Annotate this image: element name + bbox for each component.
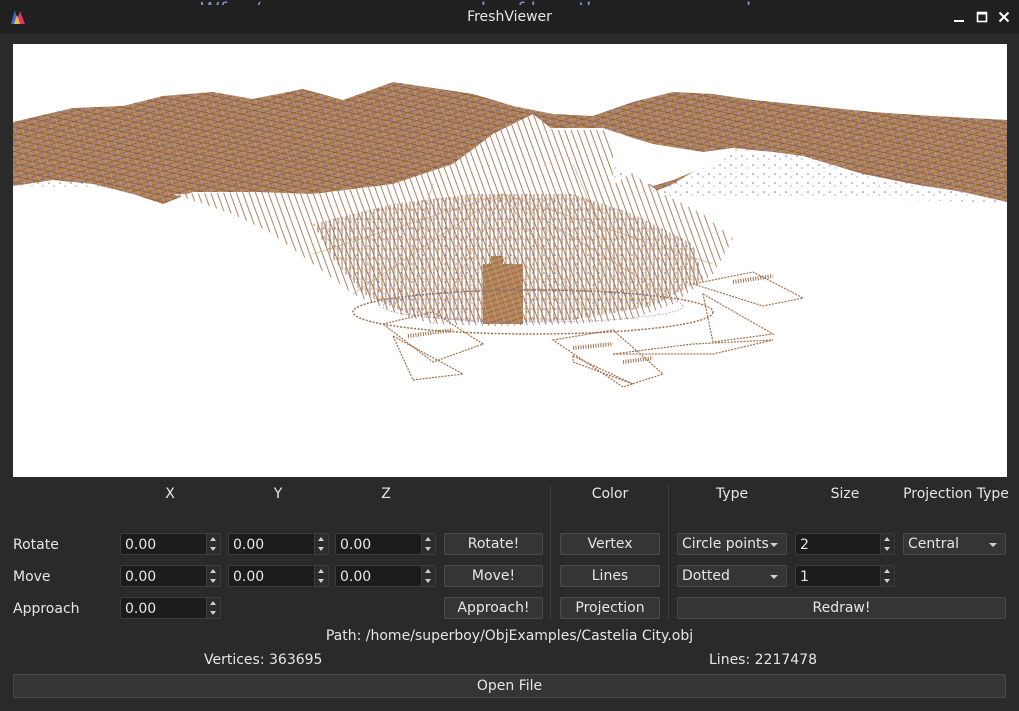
file-path: Path: /home/superboy/ObjExamples/Casteli… [325,628,694,644]
line-type-select[interactable]: Dotted [677,565,787,587]
move-x-spinbox[interactable]: 0.00 [120,565,221,587]
render-viewport[interactable] [13,44,1007,477]
open-file-button[interactable]: Open File [13,674,1006,698]
spin-arrows-icon[interactable] [206,534,220,554]
spin-arrows-icon[interactable] [421,534,435,554]
approach-button[interactable]: Approach! [444,597,543,619]
approach-spinbox[interactable]: 0.00 [120,597,221,619]
header-z: Z [381,486,391,502]
vertex-color-button[interactable]: Vertex [560,533,660,555]
redraw-button[interactable]: Redraw! [677,597,1006,619]
separator-right [668,486,669,620]
spin-arrows-icon[interactable] [880,566,894,586]
rotate-y-spinbox[interactable]: 0.00 [228,533,329,555]
lines-color-button[interactable]: Lines [560,565,660,587]
header-projection-type: Projection Type [903,486,1009,502]
maximize-icon[interactable] [973,8,991,26]
line-size-value: 1 [800,569,809,585]
vertex-size-value: 2 [800,537,809,553]
move-x-value: 0.00 [125,569,157,585]
spin-arrows-icon[interactable] [880,534,894,554]
background-window-text: Wf er/onn rou ...e an example of how the… [200,0,960,5]
chevron-down-icon [770,575,778,579]
header-color: Color [591,486,629,502]
projection-type-select[interactable]: Central [903,533,1006,555]
move-z-value: 0.00 [340,569,372,585]
vertex-size-spinbox[interactable]: 2 [795,533,895,555]
rotate-x-spinbox[interactable]: 0.00 [120,533,221,555]
move-label: Move [13,569,51,585]
lines-count: Lines: 2217478 [709,652,817,668]
move-button[interactable]: Move! [444,565,543,587]
approach-value: 0.00 [125,601,157,617]
projection-type-value: Central [908,536,959,552]
window-title: FreshViewer [467,9,552,25]
header-size: Size [830,486,860,502]
chevron-down-icon [770,543,778,547]
spin-arrows-icon[interactable] [206,598,220,618]
vertex-type-value: Circle points [682,536,769,552]
line-type-value: Dotted [682,568,730,584]
header-x: X [165,486,175,502]
chevron-down-icon [989,543,997,547]
projection-color-button[interactable]: Projection [560,597,660,619]
spin-arrows-icon[interactable] [314,566,328,586]
rotate-x-value: 0.00 [125,537,157,553]
rotate-button[interactable]: Rotate! [444,533,543,555]
line-size-spinbox[interactable]: 1 [795,565,895,587]
vertex-type-select[interactable]: Circle points [677,533,787,555]
header-y: Y [273,486,283,502]
title-bar: Wf er/onn rou ...e an example of how the… [0,0,1019,34]
approach-label: Approach [13,601,80,617]
move-y-value: 0.00 [233,569,265,585]
rotate-z-spinbox[interactable]: 0.00 [335,533,436,555]
spin-arrows-icon[interactable] [314,534,328,554]
header-type: Type [715,486,749,502]
wireframe-render [13,82,1007,388]
minimize-icon[interactable] [950,8,968,26]
close-icon[interactable] [995,8,1013,26]
rotate-z-value: 0.00 [340,537,372,553]
move-y-spinbox[interactable]: 0.00 [228,565,329,587]
rotate-y-value: 0.00 [233,537,265,553]
spin-arrows-icon[interactable] [206,566,220,586]
rotate-label: Rotate [13,537,59,553]
separator-left [550,486,551,620]
move-z-spinbox[interactable]: 0.00 [335,565,436,587]
vertices-count: Vertices: 363695 [204,652,323,668]
spin-arrows-icon[interactable] [421,566,435,586]
